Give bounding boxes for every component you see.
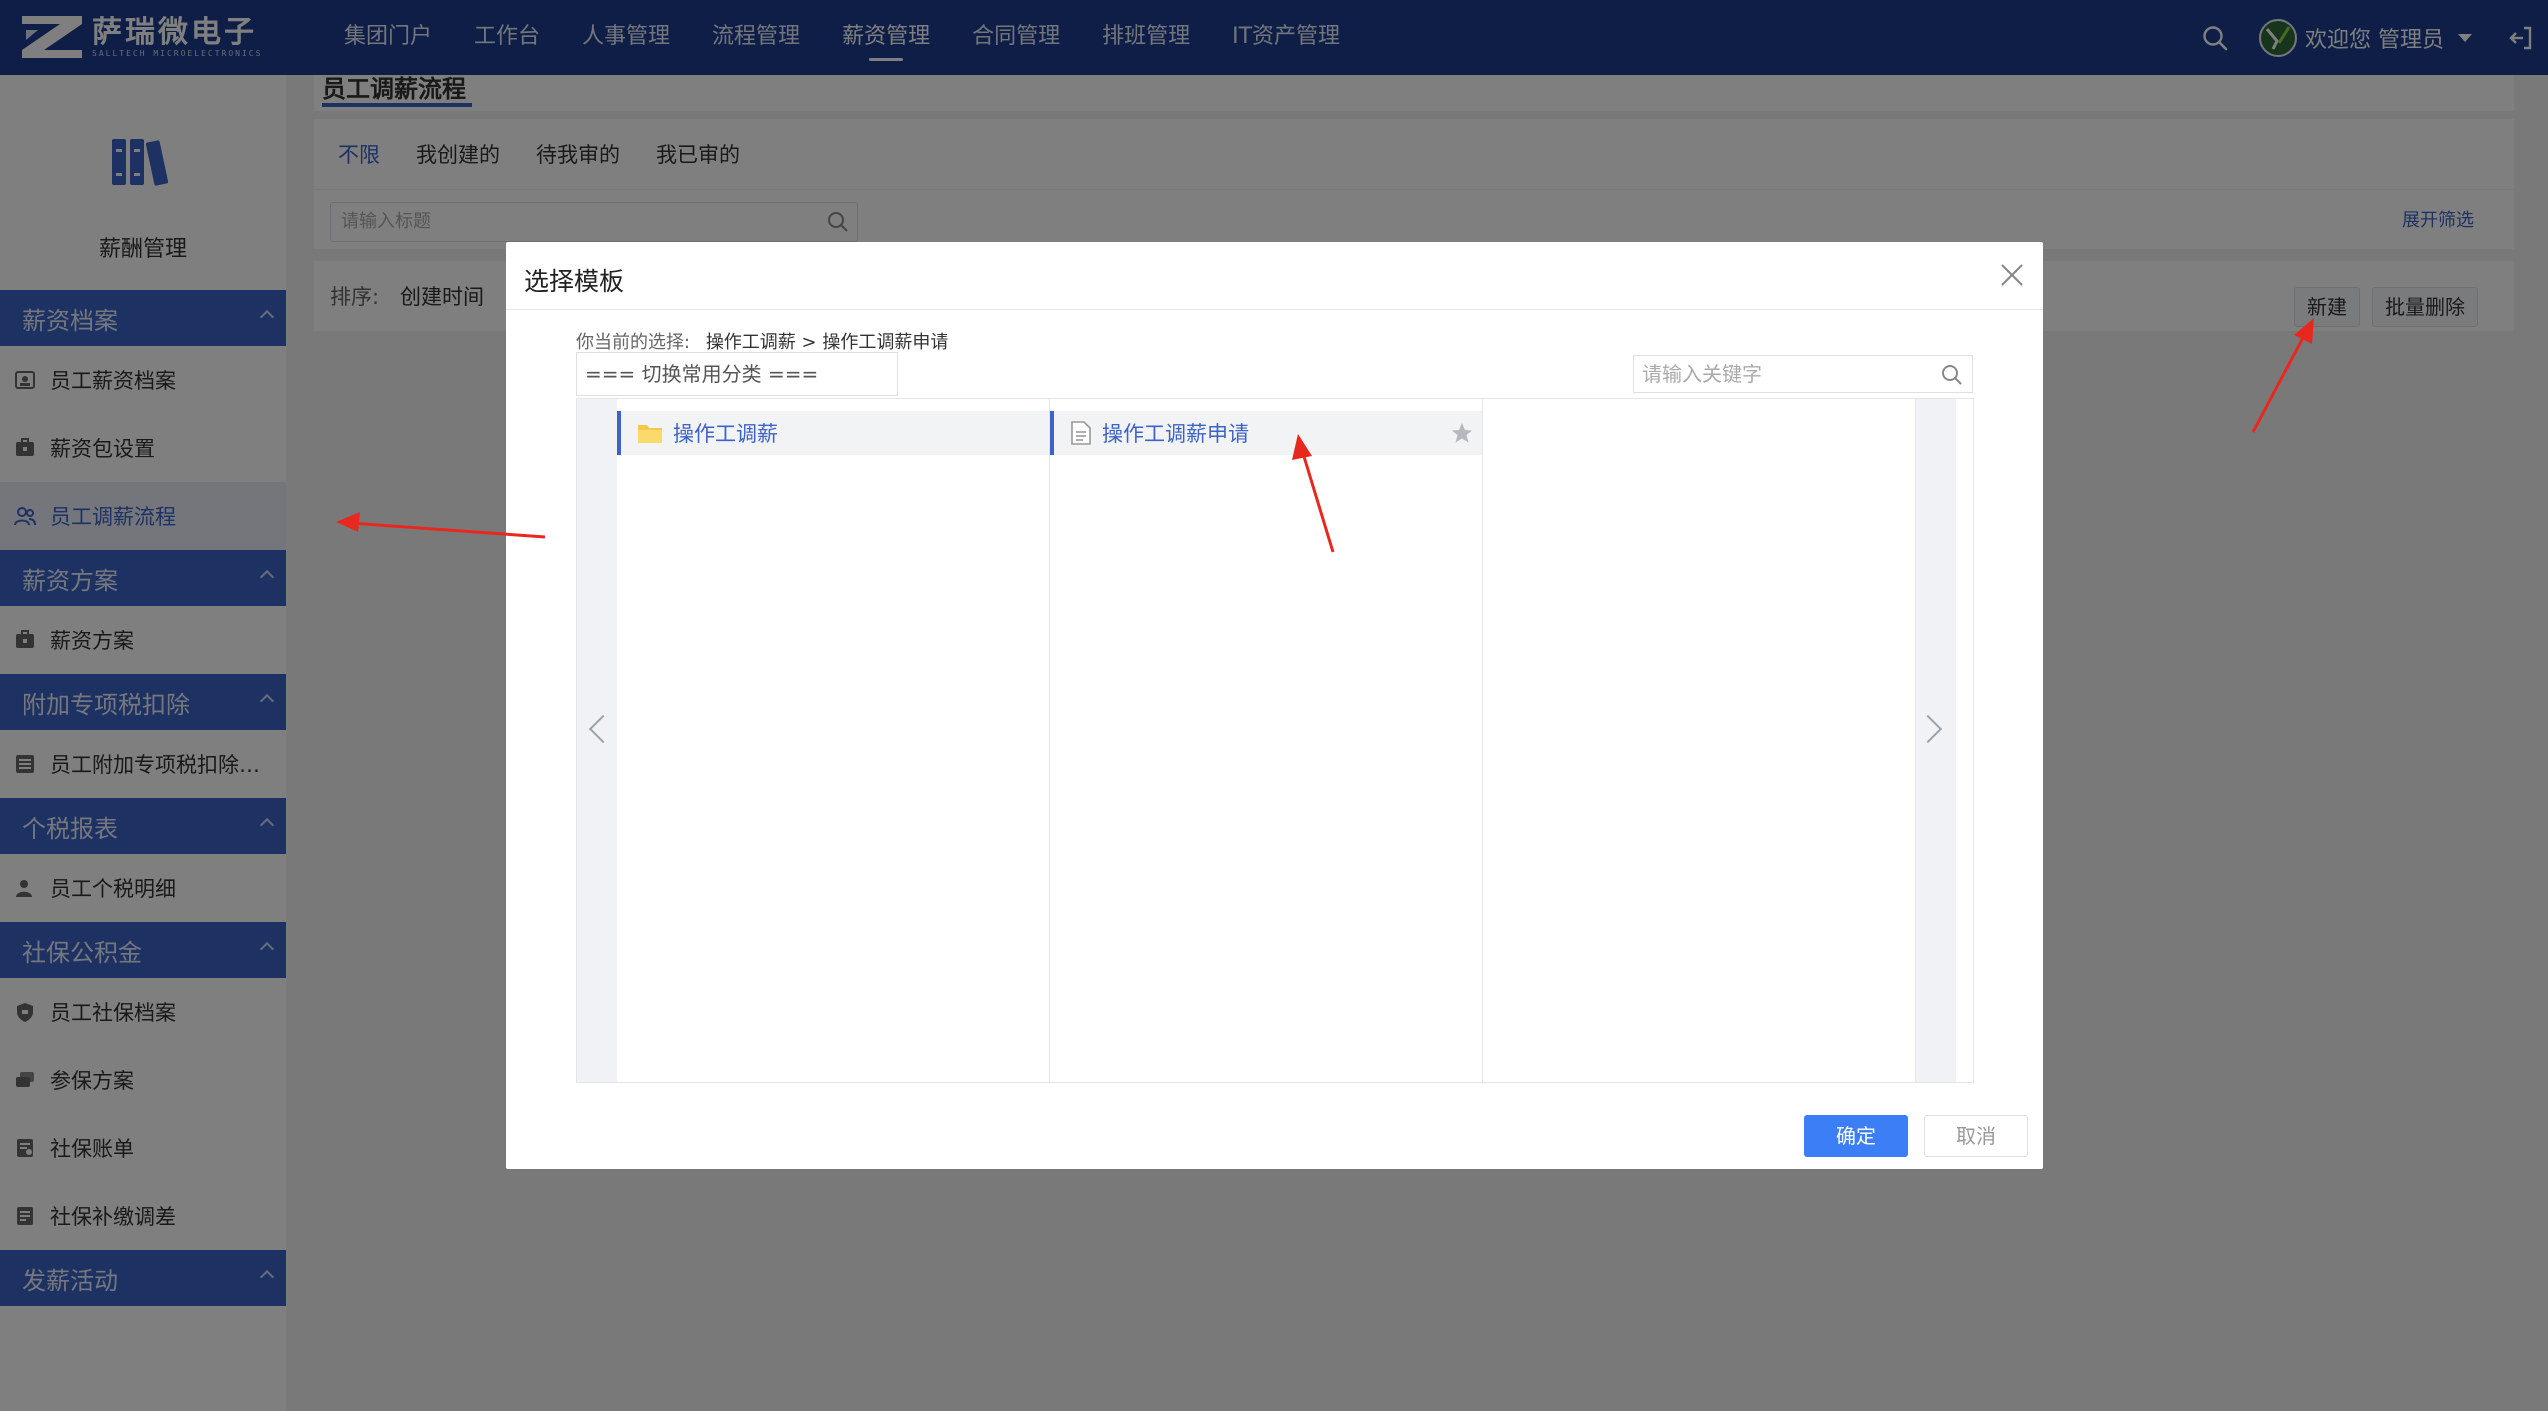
current-selection: 你当前的选择: 操作工调薪 > 操作工调薪申请 <box>576 328 948 354</box>
picker-item-label: 操作工调薪 <box>673 422 778 446</box>
star-icon[interactable] <box>1450 421 1474 445</box>
close-icon[interactable] <box>1997 260 2027 290</box>
dialog-title: 选择模板 <box>524 267 625 296</box>
category-select[interactable]: === 切换常用分类 === <box>576 352 898 396</box>
next-page-button[interactable] <box>1913 399 1956 1082</box>
folder-icon <box>638 425 662 443</box>
picker-item-category[interactable]: 操作工调薪 <box>617 411 1049 455</box>
keyword-search-placeholder: 请输入关键字 <box>1642 362 1762 386</box>
select-template-dialog: 选择模板 你当前的选择: 操作工调薪 > 操作工调薪申请 === 切换常用分类 … <box>506 242 2043 1169</box>
keyword-search-input[interactable]: 请输入关键字 <box>1633 355 1973 393</box>
document-icon <box>1071 421 1091 445</box>
picker-column-category: 操作工调薪 <box>617 399 1050 1082</box>
picker-column-template: 操作工调薪申请 <box>1050 399 1483 1082</box>
chevron-left-icon <box>588 714 618 744</box>
picker-item-label: 操作工调薪申请 <box>1102 422 1249 446</box>
previous-page-button[interactable] <box>577 399 618 1082</box>
template-picker: 操作工调薪 操作工调薪申请 <box>576 398 1974 1083</box>
chevron-right-icon <box>1913 714 1943 744</box>
picker-item-template[interactable]: 操作工调薪申请 <box>1050 411 1482 455</box>
search-icon[interactable] <box>1940 363 1964 387</box>
dialog-header: 选择模板 <box>506 242 2043 310</box>
current-selection-path: 操作工调薪 > 操作工调薪申请 <box>705 332 949 353</box>
cancel-button[interactable]: 取消 <box>1924 1115 2028 1157</box>
confirm-button[interactable]: 确定 <box>1804 1115 1908 1157</box>
current-selection-label: 你当前的选择: <box>576 332 691 353</box>
picker-column-empty <box>1483 399 1916 1082</box>
